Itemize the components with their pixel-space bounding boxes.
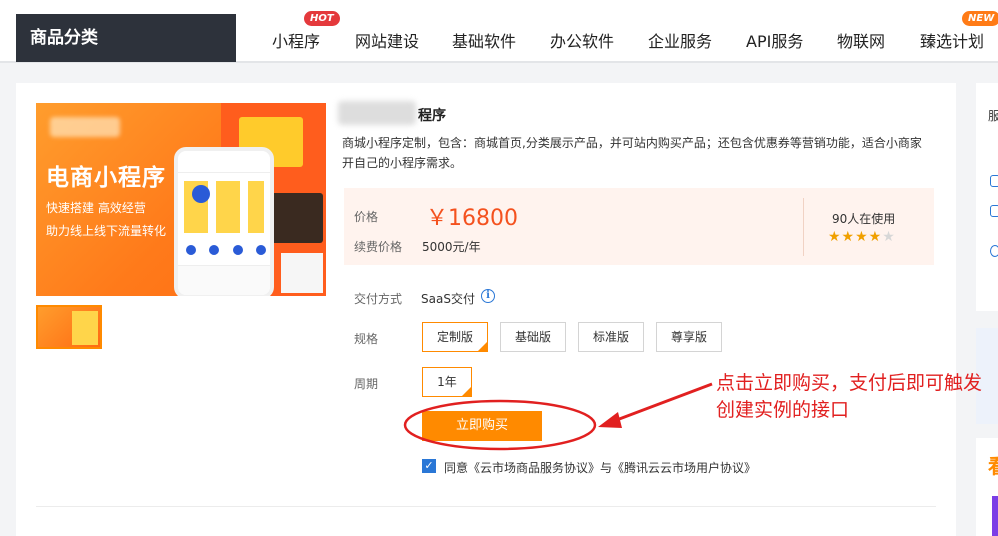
price-panel: 价格 ￥16800 续费价格 5000元/年 90人在使用 ★★★★★	[344, 188, 934, 265]
new-badge: NEW	[962, 11, 998, 26]
product-card: 电商小程序 快速搭建 高效经营 助力线上线下流量转化 程序 商城小程序定制，包含…	[16, 83, 956, 536]
nav-item-office-software[interactable]: 办公软件	[550, 28, 614, 52]
right-sidebar-card: 服	[976, 83, 998, 311]
spec-label: 规格	[354, 332, 379, 346]
image-subtitle-2: 助力线上线下流量转化	[46, 224, 167, 238]
agree-checkbox[interactable]: ✓	[422, 459, 436, 473]
image-title: 电商小程序	[46, 165, 166, 191]
price-label: 价格	[354, 210, 379, 224]
product-title: 程序	[418, 108, 446, 124]
period-label: 周期	[354, 377, 379, 391]
sidebar-location-icon	[990, 175, 998, 187]
product-thumbnail[interactable]	[36, 305, 102, 349]
blurred-logo	[50, 117, 120, 137]
sidebar-time-icon	[990, 245, 998, 257]
sidebar-heading-partial: 服	[988, 109, 998, 123]
phone-mockup	[174, 147, 274, 296]
price-value: ￥16800	[426, 206, 518, 231]
spec-option-premium[interactable]: 尊享版	[656, 322, 722, 352]
sidebar-mail-icon	[990, 205, 998, 217]
spec-option-standard[interactable]: 标准版	[578, 322, 644, 352]
product-main-image: 电商小程序 快速搭建 高效经营 助力线上线下流量转化	[36, 103, 326, 296]
price-divider	[803, 198, 804, 256]
user-count: 90人在使用	[832, 212, 896, 226]
spec-option-basic[interactable]: 基础版	[500, 322, 566, 352]
nav-item-api-service[interactable]: API服务	[746, 28, 803, 52]
buy-now-button[interactable]: 立即购买	[422, 411, 542, 441]
agreement-text[interactable]: 同意《云市场商品服务协议》与《腾讯云云市场用户协议》	[444, 459, 756, 476]
delivery-label: 交付方式	[354, 292, 403, 306]
right-sidebar-card-2: 看	[976, 438, 998, 536]
nav-item-website[interactable]: 网站建设	[355, 28, 419, 52]
nav-item-select-plan[interactable]: 臻选计划	[920, 28, 984, 52]
renew-price-label: 续费价格	[354, 240, 403, 254]
top-navigation: 商品分类 小程序 HOT 网站建设 基础软件 办公软件 企业服务 API服务 物…	[0, 0, 998, 63]
nav-item-basic-software[interactable]: 基础软件	[452, 28, 516, 52]
nav-item-miniprogram[interactable]: 小程序	[272, 28, 320, 52]
nav-item-iot[interactable]: 物联网	[837, 28, 885, 52]
annotation-text: 点击立即购买，支付后即可触发创建实例的接口	[716, 372, 983, 421]
info-icon[interactable]: i	[481, 289, 495, 303]
section-divider	[36, 506, 936, 507]
spec-option-custom[interactable]: 定制版	[422, 322, 488, 352]
product-description: 商城小程序定制，包含：商城首页,分类展示产品，并可站内购买产品；还包含优惠券等营…	[342, 136, 922, 170]
image-subtitle-1: 快速搭建 高效经营	[46, 201, 146, 215]
hot-badge: HOT	[304, 11, 340, 26]
sidebar-bar	[992, 496, 998, 536]
blurred-title-prefix	[338, 101, 416, 125]
sidebar-heading-partial-2: 看	[988, 450, 998, 479]
category-menu-button[interactable]: 商品分类	[16, 14, 236, 62]
renew-price-value: 5000元/年	[422, 240, 481, 254]
nav-item-enterprise-service[interactable]: 企业服务	[648, 28, 712, 52]
period-option-1year[interactable]: 1年	[422, 367, 472, 397]
delivery-value: SaaS交付	[421, 292, 475, 306]
rating-stars: ★★★★★	[828, 229, 896, 245]
